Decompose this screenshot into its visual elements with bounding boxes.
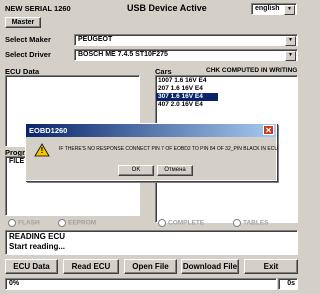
download-file-button[interactable]: Download File	[181, 259, 239, 274]
radio-tables-label: TABLES	[243, 219, 269, 227]
maker-value: PEUGEOT	[78, 36, 113, 43]
progress-bar: 0%	[5, 278, 277, 290]
exit-button[interactable]: Exit	[244, 259, 298, 274]
dialog-title: EOBD1260	[29, 126, 68, 135]
close-icon[interactable]: ✕	[263, 125, 274, 135]
ok-button[interactable]: OK	[118, 165, 154, 176]
radio-eeprom-label: EEPROM	[68, 219, 97, 227]
file-label: FILE	[9, 158, 25, 165]
ecu-data-button[interactable]: ECU Data	[5, 259, 58, 274]
progress-percent: 0%	[9, 280, 20, 287]
chevron-down-icon: ▼	[285, 51, 296, 61]
list-item[interactable]: 207 1.6 16V E4	[156, 85, 297, 93]
list-item[interactable]: 407 2.0 16V E4	[156, 101, 297, 109]
radio-complete[interactable]: COMPLETE	[158, 219, 204, 227]
chevron-down-icon: ▼	[285, 36, 296, 46]
master-button[interactable]: Master	[5, 17, 41, 28]
cancel-button[interactable]: Отмена	[157, 165, 193, 176]
radio-flash[interactable]: FLASH	[8, 219, 40, 227]
elapsed-seconds: 0s	[287, 280, 295, 287]
select-maker-label: Select Maker	[5, 35, 51, 44]
warning-mark: !	[40, 146, 44, 155]
dialog-titlebar: EOBD1260	[26, 124, 276, 137]
log-box[interactable]: READING ECU Start reading...	[5, 230, 298, 255]
language-select[interactable]: english ▼	[251, 3, 297, 15]
radio-complete-dot	[158, 219, 166, 227]
driver-select[interactable]: BOSCH ME 7.4.5 ST10F275 ▼	[74, 49, 298, 61]
open-file-button[interactable]: Open File	[124, 259, 177, 274]
list-item[interactable]: 307 1.6 16V E4	[156, 93, 218, 101]
select-driver-label: Select Driver	[5, 50, 51, 59]
maker-select[interactable]: PEUGEOT ▼	[74, 34, 298, 46]
radio-eeprom-dot	[58, 219, 66, 227]
chk-computed-note: CHK COMPUTED IN WRITING	[206, 67, 298, 74]
radio-complete-label: COMPLETE	[168, 219, 205, 227]
log-line: READING ECU	[9, 232, 66, 241]
dialog-message: IF THERE'S NO RESPONSE CONNECT PIN 7 OF …	[59, 146, 278, 152]
radio-tables[interactable]: TABLES	[233, 219, 269, 227]
message-dialog: EOBD1260 ✕ ! IF THERE'S NO RESPONSE CONN…	[25, 123, 278, 181]
radio-flash-label: FLASH	[18, 219, 40, 227]
radio-flash-dot	[8, 219, 16, 227]
driver-value: BOSCH ME 7.4.5 ST10F275	[78, 51, 168, 58]
read-ecu-button[interactable]: Read ECU	[63, 259, 119, 274]
radio-eeprom[interactable]: EEPROM	[58, 219, 96, 227]
elapsed-time: 0s	[278, 278, 298, 290]
language-value: english	[255, 5, 280, 12]
serial-label: NEW SERIAL 1260	[5, 4, 71, 13]
radio-tables-dot	[233, 219, 241, 227]
usb-status-label: USB Device Active	[127, 3, 207, 13]
list-item[interactable]: 1007 1.6 16V E4	[156, 77, 297, 85]
chevron-down-icon: ▼	[284, 5, 295, 15]
log-line: Start reading...	[9, 242, 66, 251]
